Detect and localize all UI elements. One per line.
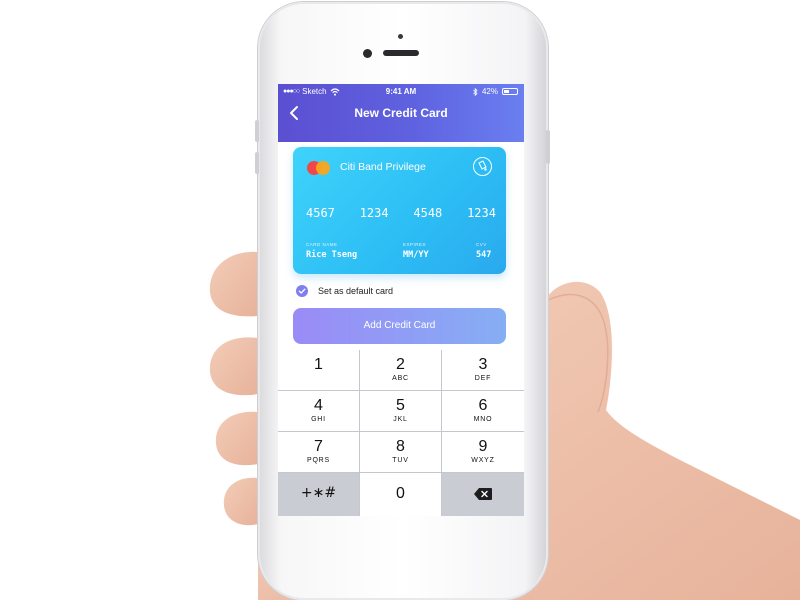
key-digit: 6	[478, 397, 488, 414]
status-bar: ●●●○○ Sketch 9:41 AM 42%	[278, 84, 524, 100]
cvv-label: CVV	[476, 242, 487, 247]
card-number-group: 4548	[413, 206, 443, 220]
key-letters: ABC	[392, 375, 409, 382]
key-2[interactable]: 2 ABC	[360, 350, 442, 391]
default-card-label: Set as default card	[318, 286, 394, 296]
card-theme-icon[interactable]	[473, 157, 492, 176]
credit-card-preview: Citi Band Privilege 4567 1234 4548 1234 …	[293, 147, 506, 274]
key-letters: TUV	[392, 457, 409, 464]
key-digit: 1	[314, 356, 323, 373]
earpiece-speaker	[383, 50, 419, 56]
key-letters: GHI	[311, 416, 326, 423]
key-0[interactable]: 0	[360, 473, 442, 516]
key-9[interactable]: 9 WXYZ	[442, 432, 524, 473]
bank-name: Citi Band Privilege	[340, 161, 426, 173]
key-digit: 5	[396, 397, 405, 414]
page-title: New Credit Card	[354, 106, 448, 120]
expires-label: EXPIRES	[403, 242, 427, 247]
key-letters: WXYZ	[471, 457, 495, 464]
key-1[interactable]: 1	[278, 350, 360, 391]
key-7[interactable]: 7 PQRS	[278, 432, 360, 473]
key-digit: 7	[314, 438, 323, 455]
key-digit: 8	[396, 438, 405, 455]
status-right: 42%	[473, 87, 518, 96]
card-number-group: 1234	[467, 206, 496, 220]
key-digit: 2	[396, 356, 405, 373]
app-header: ●●●○○ Sketch 9:41 AM 42% New Credit Card	[278, 84, 524, 142]
phone-screen: ●●●○○ Sketch 9:41 AM 42% New Credit Card	[278, 84, 524, 516]
mastercard-logo	[307, 161, 331, 175]
key-delete[interactable]	[442, 473, 524, 516]
front-sensor	[398, 34, 403, 39]
checkmark-icon	[298, 288, 306, 294]
bluetooth-icon	[473, 87, 478, 96]
volume-button	[255, 120, 259, 142]
card-number[interactable]: 4567 1234 4548 1234	[306, 206, 496, 220]
key-digit: 0	[396, 485, 405, 502]
numeric-keypad: 1 2 ABC 3 DEF 4 GHI 5 JKL 6 MNO 7 PQRS 8	[278, 350, 524, 516]
key-letters: JKL	[393, 416, 408, 423]
key-letters: PQRS	[306, 457, 331, 464]
front-camera	[363, 49, 372, 58]
key-4[interactable]: 4 GHI	[278, 391, 360, 432]
battery-percent: 42%	[481, 87, 498, 96]
default-card-checkbox[interactable]	[296, 285, 308, 297]
power-button	[546, 130, 550, 164]
symbols-label: +∗#	[300, 485, 337, 501]
key-6[interactable]: 6 MNO	[442, 391, 524, 432]
cvv-value[interactable]: 547	[476, 250, 491, 260]
key-letters: MNO	[473, 416, 493, 423]
backspace-icon	[474, 488, 492, 500]
volume-button	[255, 152, 259, 174]
key-letters: DEF	[474, 375, 492, 382]
key-8[interactable]: 8 TUV	[360, 432, 442, 473]
battery-icon	[502, 88, 518, 95]
card-number-group: 4567	[306, 206, 335, 220]
card-name-label: CARD NAME	[306, 242, 338, 247]
expires-value[interactable]: MM/YY	[403, 250, 429, 260]
key-digit: 9	[478, 438, 488, 455]
key-digit: 4	[314, 397, 323, 414]
key-5[interactable]: 5 JKL	[360, 391, 442, 432]
card-name-value[interactable]: Rice Tseng	[306, 250, 357, 260]
key-digit: 3	[478, 356, 488, 373]
card-number-group: 1234	[359, 206, 389, 220]
key-3[interactable]: 3 DEF	[442, 350, 524, 391]
key-symbols[interactable]: +∗#	[278, 473, 360, 516]
add-credit-card-button[interactable]: Add Credit Card	[293, 308, 506, 344]
